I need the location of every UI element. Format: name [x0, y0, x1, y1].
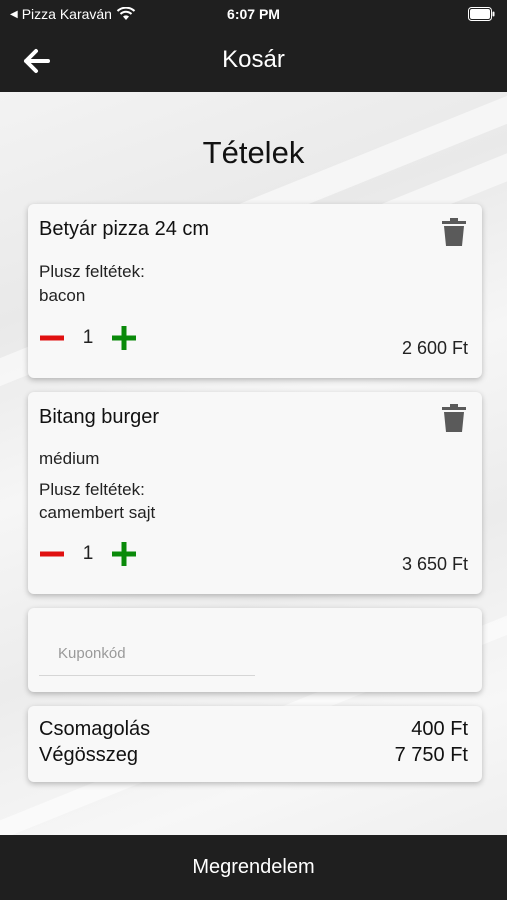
trash-icon[interactable] [442, 404, 466, 432]
item-variant: médium [39, 449, 100, 468]
status-bar: ◀ Pizza Karaván 6:07 PM [0, 0, 507, 30]
extras-label: Plusz feltétek: [39, 262, 145, 281]
extras-label: Plusz feltétek: [39, 480, 145, 499]
total-label: Végösszeg [39, 744, 138, 766]
quantity-value: 1 [82, 327, 94, 348]
extras-value: bacon [39, 286, 86, 305]
trash-icon[interactable] [442, 218, 466, 246]
order-button[interactable]: Megrendelem [0, 835, 507, 900]
summary-card: Csomagolás 400 Ft Végösszeg 7 750 Ft [28, 706, 482, 782]
plus-icon[interactable] [110, 540, 138, 568]
status-time: 6:07 PM [227, 6, 280, 22]
item-price: 3 650 Ft [401, 554, 468, 574]
minus-icon[interactable] [38, 540, 66, 568]
cart-item-card: Betyár pizza 24 cm Plusz feltétek: bacon… [28, 204, 482, 378]
quantity-stepper: 1 [38, 540, 138, 568]
packaging-row: Csomagolás 400 Ft [39, 718, 468, 741]
extras-value: camembert sajt [39, 503, 156, 522]
cart-content[interactable]: Tételek Betyár pizza 24 cm Plusz feltéte… [0, 92, 507, 835]
cart-item-card: Bitang burger médium Plusz feltétek: cam… [28, 392, 482, 594]
order-button-label: Megrendelem [192, 856, 315, 878]
coupon-card [28, 608, 482, 692]
total-value: 7 750 Ft [394, 744, 468, 766]
plus-icon[interactable] [110, 324, 138, 352]
quantity-stepper: 1 [38, 324, 138, 352]
packaging-label: Csomagolás [39, 718, 151, 740]
item-name: Bitang burger [39, 406, 160, 428]
nav-bar: Kosár [0, 30, 507, 92]
packaging-value: 400 Ft [411, 718, 468, 740]
battery-icon [468, 7, 495, 24]
quantity-value: 1 [82, 543, 94, 564]
total-row: Végösszeg 7 750 Ft [39, 744, 468, 767]
page-title: Kosár [222, 46, 285, 73]
minus-icon[interactable] [38, 324, 66, 352]
section-title: Tételek [202, 135, 305, 170]
item-name: Betyár pizza 24 cm [39, 218, 210, 240]
coupon-input[interactable] [39, 632, 255, 676]
item-price: 2 600 Ft [401, 338, 468, 358]
